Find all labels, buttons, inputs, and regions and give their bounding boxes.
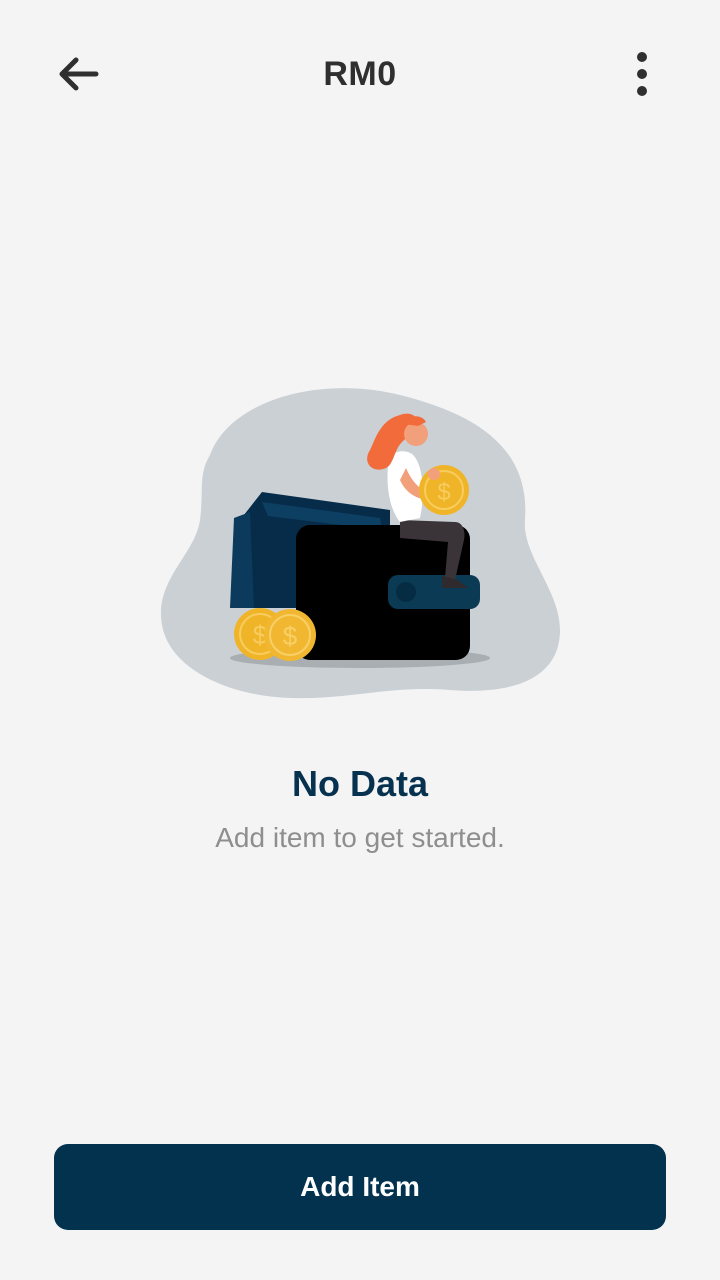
screen: RM0 $ $ $ No Data Add item to get starte… — [0, 0, 720, 1280]
add-item-button[interactable]: Add Item — [54, 1144, 666, 1230]
app-bar: RM0 — [0, 0, 720, 148]
empty-state-title: No Data — [291, 763, 429, 804]
empty-state-subtitle: Add item to get started. — [215, 822, 505, 853]
svg-text:$: $ — [437, 479, 450, 506]
empty-state-illustration: $ $ $ — [150, 370, 570, 710]
svg-text:$: $ — [283, 621, 298, 651]
wallet-with-coins-illustration: $ $ $ — [160, 388, 560, 699]
arrow-left-icon — [59, 57, 99, 91]
more-vertical-icon — [637, 52, 647, 96]
back-button[interactable] — [46, 44, 110, 104]
more-options-button[interactable] — [612, 44, 672, 104]
page-title: RM0 — [323, 55, 397, 93]
